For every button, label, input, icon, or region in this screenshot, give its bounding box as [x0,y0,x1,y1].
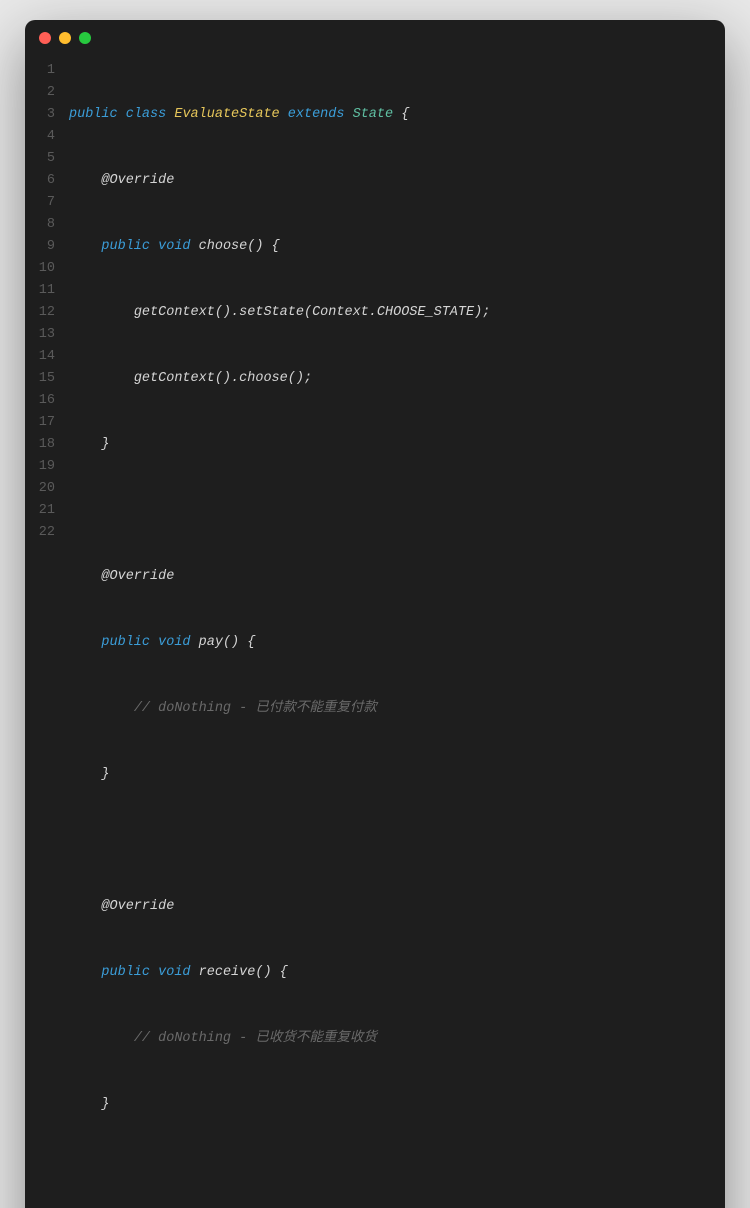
call: choose [239,371,288,386]
code-line: } [69,1094,709,1116]
code-line: public void pay() { [69,632,709,654]
indent [69,437,101,452]
punct: . [369,305,377,320]
punct: } [101,1097,109,1112]
punct: } [101,767,109,782]
code-line: // doNothing - 已收货不能重复收货 [69,1028,709,1050]
line-number: 13 [25,324,55,346]
keyword: class [126,107,167,122]
line-number: 21 [25,500,55,522]
punct: { [393,107,409,122]
line-number: 11 [25,280,55,302]
keyword: extends [288,107,345,122]
punct: } [101,437,109,452]
line-number: 4 [25,126,55,148]
call: getContext [134,371,215,386]
code-line: public class EvaluateState extends State… [69,104,709,126]
keyword: public [101,965,150,980]
comment: // doNothing - 已付款不能重复付款 [134,701,377,716]
object: Context [312,305,369,320]
code-line [69,830,709,852]
code-line: @Override [69,170,709,192]
punct: () { [255,965,287,980]
line-number: 8 [25,214,55,236]
code-line: getContext().setState(Context.CHOOSE_STA… [69,302,709,324]
line-number: 12 [25,302,55,324]
line-number: 19 [25,456,55,478]
punct: (). [215,371,239,386]
constant: CHOOSE_STATE [377,305,474,320]
method-name: receive [199,965,256,980]
keyword: public [69,107,118,122]
code-line: @Override [69,896,709,918]
call: getContext [134,305,215,320]
keyword: void [158,239,190,254]
window-titlebar [25,20,725,56]
indent [69,371,134,386]
code-editor-window: 1 2 3 4 5 6 7 8 9 10 11 12 13 14 15 16 1… [25,20,725,1208]
indent [69,899,101,914]
minimize-button[interactable] [59,32,71,44]
line-number: 20 [25,478,55,500]
indent [69,767,101,782]
code-editor[interactable]: 1 2 3 4 5 6 7 8 9 10 11 12 13 14 15 16 1… [25,56,725,1208]
close-button[interactable] [39,32,51,44]
annotation: @Override [101,569,174,584]
code-line [69,500,709,522]
code-line: } [69,764,709,786]
code-line: public void receive() { [69,962,709,984]
maximize-button[interactable] [79,32,91,44]
method-name: choose [199,239,248,254]
punct: (); [288,371,312,386]
punct: () { [247,239,279,254]
line-number: 2 [25,82,55,104]
type-name: State [353,107,394,122]
indent [69,173,101,188]
code-line: // doNothing - 已付款不能重复付款 [69,698,709,720]
punct: ); [474,305,490,320]
indent [69,701,134,716]
line-number: 10 [25,258,55,280]
comment: // doNothing - 已收货不能重复收货 [134,1031,377,1046]
punct: ( [304,305,312,320]
code-line [69,1160,709,1182]
line-number: 1 [25,60,55,82]
annotation: @Override [101,899,174,914]
keyword: public [101,239,150,254]
line-number: 9 [25,236,55,258]
line-number: 5 [25,148,55,170]
indent [69,569,101,584]
line-number-gutter: 1 2 3 4 5 6 7 8 9 10 11 12 13 14 15 16 1… [25,60,69,1208]
indent [69,1031,134,1046]
line-number: 14 [25,346,55,368]
line-number: 15 [25,368,55,390]
code-content[interactable]: public class EvaluateState extends State… [69,60,725,1208]
keyword: void [158,635,190,650]
keyword: public [101,635,150,650]
line-number: 7 [25,192,55,214]
indent [69,965,101,980]
line-number: 22 [25,522,55,544]
line-number: 6 [25,170,55,192]
indent [69,635,101,650]
line-number: 17 [25,412,55,434]
code-line: getContext().choose(); [69,368,709,390]
code-line: } [69,434,709,456]
line-number: 16 [25,390,55,412]
annotation: @Override [101,173,174,188]
call: setState [239,305,304,320]
punct: (). [215,305,239,320]
indent [69,1097,101,1112]
method-name: pay [199,635,223,650]
indent [69,305,134,320]
line-number: 18 [25,434,55,456]
keyword: void [158,965,190,980]
class-name: EvaluateState [174,107,279,122]
code-line: @Override [69,566,709,588]
punct: () { [223,635,255,650]
indent [69,239,101,254]
line-number: 3 [25,104,55,126]
code-line: public void choose() { [69,236,709,258]
